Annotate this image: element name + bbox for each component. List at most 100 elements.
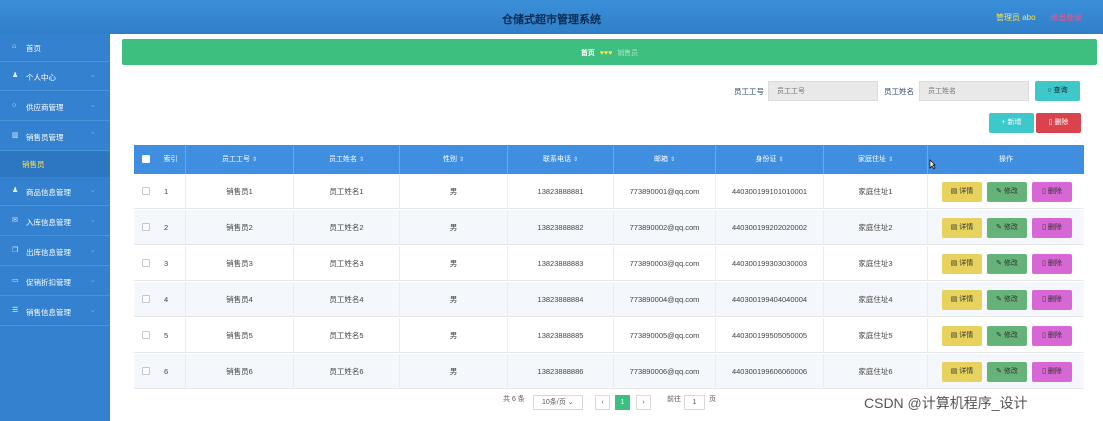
delete-button[interactable]: ▯ 删除 [1032, 254, 1072, 274]
edit-button-label: 修改 [1003, 188, 1018, 195]
row-checkbox[interactable] [142, 259, 150, 267]
sidebar-item-sales[interactable]: ☰ 销售信息管理 ⌄ [0, 298, 110, 326]
breadcrumb-home[interactable]: 首页 [581, 50, 595, 57]
sidebar-item-promotion[interactable]: ▭ 促销折扣管理 ⌄ [0, 268, 110, 296]
edit-button[interactable]: ✎ 修改 [987, 182, 1027, 202]
row-checkbox[interactable] [142, 187, 150, 195]
search-button[interactable]: ○ 查询 [1035, 81, 1080, 101]
sidebar-item-label: 销售信息管理 [26, 308, 71, 317]
mouse-cursor-icon [929, 159, 936, 170]
page-1-button[interactable]: 1 [615, 395, 630, 410]
row-checkbox[interactable] [142, 295, 150, 303]
sidebar-item-label: 商品信息管理 [26, 188, 71, 197]
edit-button[interactable]: ✎ 修改 [987, 362, 1027, 382]
cell-id-card: 440300199606060006 [716, 354, 824, 389]
detail-button[interactable]: ▤ 详情 [942, 254, 982, 274]
select-all-checkbox[interactable] [142, 155, 150, 163]
table-header: 索引 员工工号 ⇕ 员工姓名 ⇕ 性别 ⇕ 联系电话 ⇕ 邮箱 ⇕ 身份证 ⇕ 家庭住址 ⇕ … [134, 145, 1084, 174]
delete-button[interactable]: ▯ 删除 [1032, 290, 1072, 310]
chevron-down-icon: ⌄ [90, 307, 96, 314]
chevron-down-icon: ⌄ [90, 72, 96, 79]
edit-button[interactable]: ✎ 修改 [987, 254, 1027, 274]
cell-phone: 13823888882 [508, 210, 614, 245]
column-header-address[interactable]: 家庭住址 ⇕ [824, 145, 928, 174]
sidebar-item-salesperson[interactable]: ▥ 销售员管理 ⌃ [0, 123, 110, 151]
top-bar: 仓储式超市管理系统 管理员 abo 退出登录 [0, 0, 1103, 34]
edit-button-label: 修改 [1003, 296, 1018, 303]
cell-employee-id: 销售员3 [186, 246, 294, 281]
sidebar-item-label: 首页 [26, 44, 41, 53]
cell-index: 2 [156, 210, 186, 245]
edit-button[interactable]: ✎ 修改 [987, 326, 1027, 346]
delete-button[interactable]: ▯ 删除 [1032, 362, 1072, 382]
goto-label: 前往 [667, 396, 681, 403]
delete-button[interactable]: ▯ 删除 [1032, 182, 1072, 202]
table-row: 4 销售员4 员工姓名4 男 13823888884 773890004@qq.com 44… [134, 282, 1084, 317]
logout-link[interactable]: 退出登录 [1050, 12, 1082, 23]
pencil-icon: ✎ [996, 368, 1004, 375]
detail-button[interactable]: ▤ 详情 [942, 290, 982, 310]
delete-button[interactable]: ▯ 删除 [1032, 218, 1072, 238]
column-header-gender[interactable]: 性别 ⇕ [400, 145, 508, 174]
cell-gender: 男 [400, 174, 508, 209]
row-checkbox[interactable] [142, 223, 150, 231]
goto-page-input[interactable]: 1 [684, 395, 705, 410]
cell-email: 773890005@qq.com [614, 318, 716, 353]
column-header-phone[interactable]: 联系电话 ⇕ [508, 145, 614, 174]
edit-button[interactable]: ✎ 修改 [987, 290, 1027, 310]
chevron-down-icon: ⌄ [90, 102, 96, 109]
cell-address: 家庭住址5 [824, 318, 928, 353]
cell-employee-name: 员工姓名2 [294, 210, 400, 245]
edit-button-label: 修改 [1003, 224, 1018, 231]
delete-button[interactable]: ▯ 删除 [1032, 326, 1072, 346]
cell-id-card: 440300199101010001 [716, 174, 824, 209]
column-header-employee-id[interactable]: 员工工号 ⇕ [186, 145, 294, 174]
breadcrumb: 首页 ♥♥♥ 销售员 [122, 39, 1097, 65]
user-icon: ♟ [12, 187, 19, 194]
doc-icon: ▤ [950, 332, 960, 339]
column-header-actions: 操作 [999, 156, 1013, 163]
next-page-button[interactable]: › [636, 395, 651, 410]
employee-name-input[interactable] [919, 81, 1029, 101]
cell-employee-name: 员工姓名6 [294, 354, 400, 389]
column-header-email[interactable]: 邮箱 ⇕ [614, 145, 716, 174]
cell-address: 家庭住址6 [824, 354, 928, 389]
prev-page-button[interactable]: ‹ [595, 395, 610, 410]
sidebar-item-inbound[interactable]: ✉ 入库信息管理 ⌄ [0, 208, 110, 236]
sidebar-subitem-label: 销售员 [22, 160, 45, 169]
sidebar-subitem-salesperson[interactable]: 销售员 [0, 151, 110, 177]
home-icon: ⌂ [12, 43, 17, 50]
sidebar-item-home[interactable]: ⌂ 首页 [0, 34, 110, 62]
app-title: 仓储式超市管理系统 [502, 14, 601, 26]
detail-button[interactable]: ▤ 详情 [942, 362, 982, 382]
sidebar-item-products[interactable]: ♟ 商品信息管理 ⌄ [0, 178, 110, 206]
sidebar-item-supplier[interactable]: ○ 供应商管理 ⌄ [0, 93, 110, 121]
batch-delete-button[interactable]: ▯ 删除 [1036, 113, 1081, 133]
detail-button[interactable]: ▤ 详情 [942, 182, 982, 202]
edit-button-label: 修改 [1003, 368, 1018, 375]
cell-address: 家庭住址3 [824, 246, 928, 281]
row-checkbox[interactable] [142, 331, 150, 339]
row-checkbox[interactable] [142, 367, 150, 375]
sidebar-item-profile[interactable]: ♟ 个人中心 ⌄ [0, 63, 110, 91]
cell-employee-name: 员工姓名4 [294, 282, 400, 317]
add-button[interactable]: + 新增 [989, 113, 1034, 133]
cell-employee-name: 员工姓名1 [294, 174, 400, 209]
page-size-select[interactable]: 10条/页 ⌄ [533, 395, 583, 410]
sidebar-item-label: 个人中心 [26, 73, 56, 82]
detail-button[interactable]: ▤ 详情 [942, 326, 982, 346]
column-header-employee-name[interactable]: 员工姓名 ⇕ [294, 145, 400, 174]
cell-employee-id: 销售员2 [186, 210, 294, 245]
detail-button[interactable]: ▤ 详情 [942, 218, 982, 238]
cell-employee-id: 销售员6 [186, 354, 294, 389]
edit-button[interactable]: ✎ 修改 [987, 218, 1027, 238]
employee-id-input[interactable] [768, 81, 878, 101]
chevron-down-icon: ⌄ [90, 247, 96, 254]
cell-email: 773890001@qq.com [614, 174, 716, 209]
cell-employee-name: 员工姓名3 [294, 246, 400, 281]
cell-email: 773890002@qq.com [614, 210, 716, 245]
column-header-id-card[interactable]: 身份证 ⇕ [716, 145, 824, 174]
sidebar-item-outbound[interactable]: ❐ 出库信息管理 ⌄ [0, 238, 110, 266]
cell-email: 773890006@qq.com [614, 354, 716, 389]
cell-phone: 13823888886 [508, 354, 614, 389]
